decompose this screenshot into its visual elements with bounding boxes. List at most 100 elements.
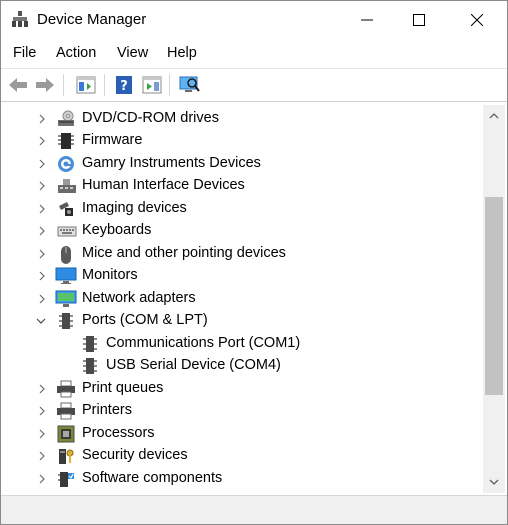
chevron-right-icon[interactable]: [37, 451, 47, 461]
tree-item-label: USB Serial Device (COM4): [106, 357, 281, 373]
port-icon: [81, 335, 99, 353]
chevron-right-icon[interactable]: [37, 271, 47, 281]
chevron-right-icon[interactable]: [37, 294, 47, 304]
tree-item[interactable]: Print queues: [4, 378, 483, 400]
minimize-button[interactable]: [344, 1, 390, 39]
device-manager-app-icon: [11, 10, 29, 28]
menu-help[interactable]: Help: [167, 45, 197, 61]
tree-item-label: Processors: [82, 425, 155, 441]
tree-item-label: Firmware: [82, 132, 143, 148]
tree-item[interactable]: Software components: [4, 468, 483, 490]
chevron-right-icon[interactable]: [37, 249, 47, 259]
back-button[interactable]: [7, 74, 29, 96]
chevron-right-icon[interactable]: [37, 406, 47, 416]
tree-item-label: Network adapters: [82, 290, 196, 306]
back-arrow-icon: [9, 78, 27, 92]
gamry-logo-icon: [57, 155, 75, 173]
port-icon: [81, 357, 99, 375]
tree-item[interactable]: Gamry Instruments Devices: [4, 153, 483, 175]
hid-icon: [57, 177, 76, 195]
port-icon: [57, 312, 75, 330]
tree-item[interactable]: Security devices: [4, 445, 483, 467]
title-bar[interactable]: Device Manager: [1, 1, 507, 39]
tree-item[interactable]: DVD/CD-ROM drives: [4, 108, 483, 130]
toolbar-separator: [169, 74, 170, 96]
network-adapter-icon: [55, 290, 77, 308]
tree-item-label: Keyboards: [82, 222, 152, 238]
scan-hardware-button[interactable]: [179, 74, 201, 96]
scroll-up-button[interactable]: [483, 105, 505, 127]
tree-item-label: DVD/CD-ROM drives: [82, 110, 219, 126]
printer-icon: [56, 402, 75, 420]
chevron-down-icon[interactable]: [36, 316, 46, 326]
monitor-icon: [55, 267, 77, 285]
menu-file[interactable]: File: [13, 45, 36, 61]
update-driver-button[interactable]: [141, 74, 163, 96]
chevron-right-icon[interactable]: [37, 429, 47, 439]
chevron-right-icon[interactable]: [37, 136, 47, 146]
toolbar-separator: [63, 74, 64, 96]
device-tree[interactable]: DVD/CD-ROM drives Firmware Gamry Instrum…: [4, 105, 483, 493]
forward-button[interactable]: [34, 74, 56, 96]
tree-item[interactable]: Processors: [4, 423, 483, 445]
chevron-down-icon: [489, 479, 499, 485]
window-title: Device Manager: [37, 11, 147, 28]
keyboard-icon: [57, 222, 77, 240]
software-component-icon: [57, 470, 75, 488]
tree-item[interactable]: Monitors: [4, 265, 483, 287]
forward-arrow-icon: [36, 78, 54, 92]
tree-child-item[interactable]: USB Serial Device (COM4): [4, 355, 483, 377]
properties-button[interactable]: [75, 74, 97, 96]
chevron-right-icon[interactable]: [37, 204, 47, 214]
tree-item-label: Communications Port (COM1): [106, 335, 301, 351]
tree-item-label: Ports (COM & LPT): [82, 312, 208, 328]
help-icon: ?: [116, 76, 132, 94]
printer-icon: [56, 380, 75, 398]
chevron-up-icon: [489, 113, 499, 119]
toolbar: ?: [1, 68, 507, 102]
tree-item[interactable]: Keyboards: [4, 220, 483, 242]
help-button[interactable]: ?: [113, 74, 135, 96]
close-icon: [471, 14, 483, 26]
vertical-scrollbar[interactable]: [483, 105, 505, 493]
tree-item-label: Printers: [82, 402, 132, 418]
properties-icon: [76, 76, 96, 94]
mouse-icon: [57, 245, 75, 264]
tree-item-label: Print queues: [82, 380, 164, 396]
status-bar: [1, 495, 507, 524]
update-driver-icon: [142, 76, 162, 94]
maximize-icon: [413, 14, 425, 26]
chevron-right-icon[interactable]: [37, 226, 47, 236]
tree-item-label: Gamry Instruments Devices: [82, 155, 261, 171]
close-button[interactable]: [454, 1, 500, 39]
tree-item[interactable]: Network adapters: [4, 288, 483, 310]
tree-item-label: Software components: [82, 470, 223, 486]
processor-icon: [57, 425, 75, 443]
tree-item[interactable]: Firmware: [4, 130, 483, 152]
tree-item[interactable]: Mice and other pointing devices: [4, 243, 483, 265]
security-device-icon: [57, 447, 75, 465]
menu-view[interactable]: View: [117, 45, 148, 61]
minimize-icon: [361, 19, 373, 21]
tree-item[interactable]: Imaging devices: [4, 198, 483, 220]
firmware-chip-icon: [57, 132, 75, 150]
tree-item[interactable]: Printers: [4, 400, 483, 422]
tree-item-label: Imaging devices: [82, 200, 187, 216]
menu-action[interactable]: Action: [56, 45, 96, 61]
chevron-right-icon[interactable]: [37, 474, 47, 484]
device-manager-window: Device Manager File Action View Help ? D…: [0, 0, 508, 525]
chevron-right-icon[interactable]: [37, 384, 47, 394]
maximize-button[interactable]: [396, 1, 442, 39]
tree-item[interactable]: Human Interface Devices: [4, 175, 483, 197]
tree-child-item[interactable]: Communications Port (COM1): [4, 333, 483, 355]
tree-item-label: Monitors: [82, 267, 138, 283]
chevron-right-icon[interactable]: [37, 159, 47, 169]
scroll-down-button[interactable]: [483, 471, 505, 493]
scroll-thumb[interactable]: [485, 197, 503, 395]
chevron-right-icon[interactable]: [37, 181, 47, 191]
chevron-right-icon[interactable]: [37, 114, 47, 124]
menu-bar: File Action View Help: [1, 42, 507, 66]
toolbar-separator: [104, 74, 105, 96]
tree-item[interactable]: Ports (COM & LPT): [4, 310, 483, 332]
svg-text:?: ?: [120, 79, 128, 94]
